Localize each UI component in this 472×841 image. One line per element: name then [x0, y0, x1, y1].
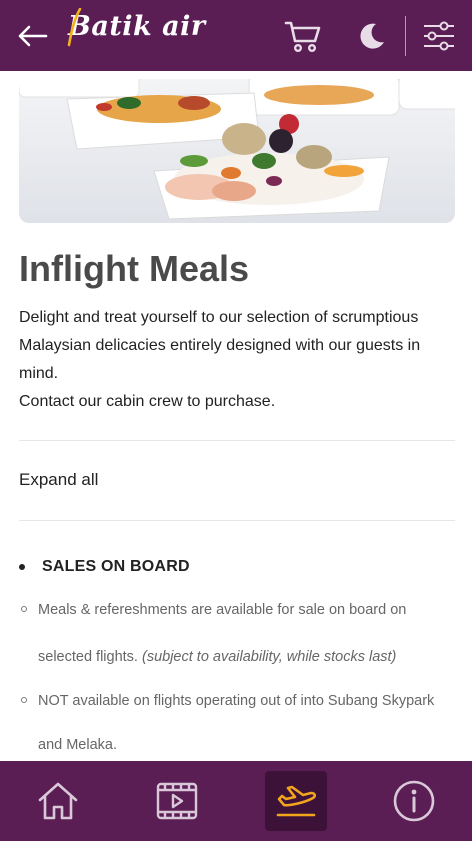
dark-mode-toggle[interactable]	[355, 19, 389, 53]
settings-button[interactable]	[420, 18, 458, 54]
logo-swoosh-icon	[67, 8, 82, 47]
list-item-text: selected flights. (subject to availabili…	[38, 634, 396, 680]
section-title: SALES ON BOARD	[42, 558, 190, 575]
film-icon	[156, 782, 198, 820]
cart-icon	[284, 21, 321, 53]
top-app-bar: Batik air	[0, 0, 472, 71]
header-divider	[405, 16, 406, 56]
hero-meal-image	[19, 79, 455, 223]
list-item-text: NOT available on flights operating out o…	[38, 693, 435, 709]
nav-home[interactable]	[27, 771, 89, 831]
intro-line: Contact our cabin crew to purchase.	[19, 393, 276, 410]
divider	[19, 520, 455, 521]
list-item-text: Meals & refereshments are available for …	[38, 602, 407, 618]
meal-tray-illustration	[19, 79, 455, 223]
availability-note: (subject to availability, while stocks l…	[141, 649, 397, 665]
bullet-icon	[19, 564, 25, 570]
page-title: Inflight Meals	[19, 248, 250, 289]
nav-entertainment[interactable]	[146, 771, 208, 831]
nav-flight[interactable]	[265, 771, 327, 831]
back-arrow-icon	[18, 25, 48, 47]
divider	[19, 440, 455, 441]
intro-paragraph: Delight and treat yourself to our select…	[19, 304, 449, 416]
airplane-takeoff-icon	[276, 785, 317, 817]
moon-icon	[360, 23, 384, 49]
back-button[interactable]	[14, 20, 50, 52]
hollow-bullet-icon	[21, 697, 27, 703]
list-item-text: and Melaka.	[38, 737, 117, 753]
sliders-icon	[424, 21, 454, 51]
hollow-bullet-icon	[21, 606, 27, 612]
batik-air-logo: Batik air	[67, 6, 206, 47]
nav-info[interactable]	[383, 771, 445, 831]
intro-line: Malaysian delicacies entirely designed w…	[19, 337, 421, 354]
section-header-sales-on-board[interactable]: SALES ON BOARD	[19, 558, 190, 576]
cart-button[interactable]	[283, 17, 323, 55]
list-item-text-main: selected flights.	[38, 649, 142, 665]
main-content[interactable]: Inflight Meals Delight and treat yoursel…	[0, 71, 472, 761]
bottom-navigation	[0, 761, 472, 841]
intro-line: Delight and treat yourself to our select…	[19, 309, 419, 326]
home-icon	[38, 782, 78, 820]
expand-all-button[interactable]: Expand all	[19, 469, 98, 491]
intro-line: mind.	[19, 365, 59, 382]
logo-text: Batik air	[68, 10, 206, 42]
info-icon	[393, 780, 435, 822]
